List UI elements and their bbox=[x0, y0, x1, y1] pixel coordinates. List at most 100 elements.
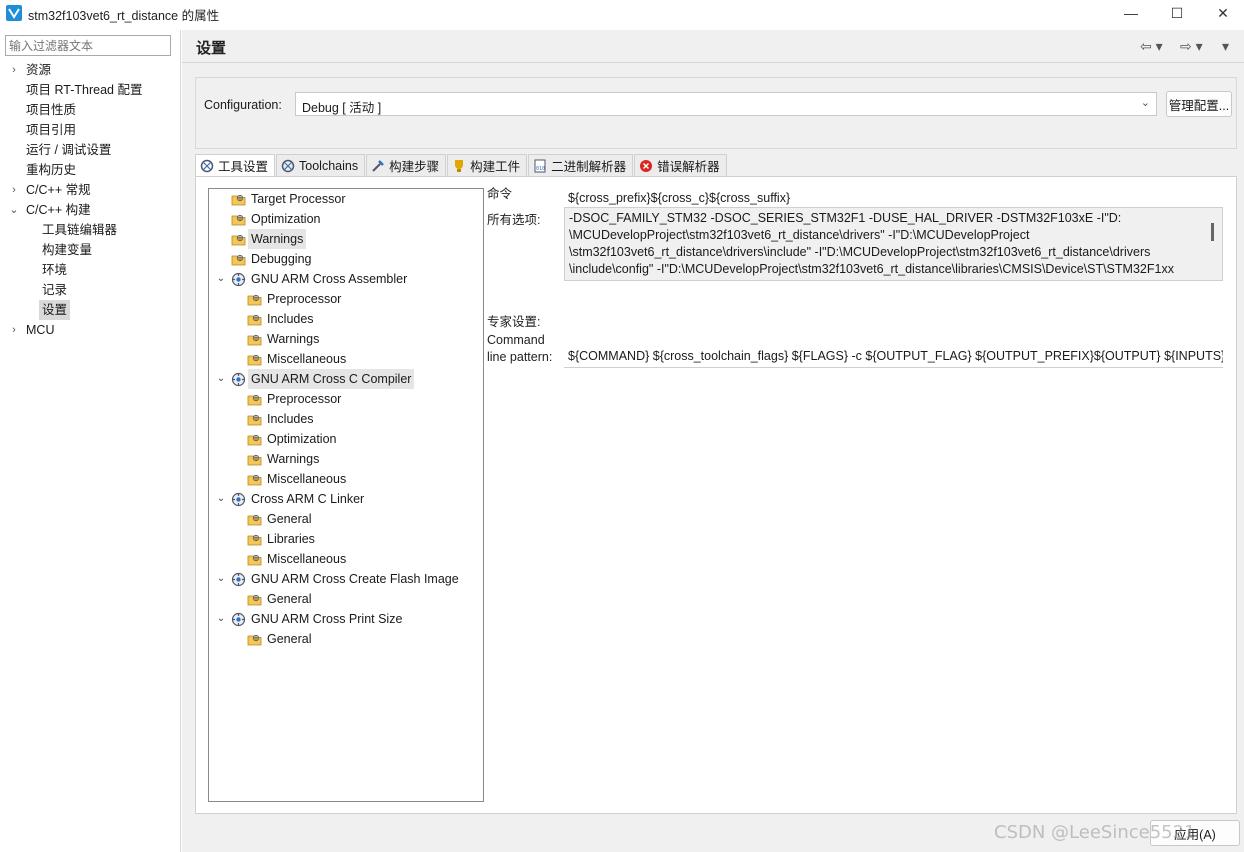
tab-toolchains[interactable]: Toolchains bbox=[276, 154, 366, 176]
tab-build-artifact[interactable]: 构建工件 bbox=[447, 154, 528, 176]
tree-item[interactable]: Warnings bbox=[215, 449, 475, 469]
tree-item-label: Warnings bbox=[267, 452, 320, 466]
sidebar-item[interactable]: › MCU bbox=[0, 320, 181, 340]
tree-item[interactable]: Warnings bbox=[215, 329, 475, 349]
sidebar-item[interactable]: 记录 bbox=[0, 280, 181, 300]
close-button[interactable]: ✕ bbox=[1200, 0, 1244, 26]
tree-item[interactable]: Miscellaneous bbox=[215, 469, 475, 489]
option-category-icon bbox=[231, 252, 246, 267]
option-category-icon bbox=[247, 352, 262, 367]
tree-item-label: GNU ARM Cross Print Size bbox=[251, 612, 403, 626]
tree-item-label: Warnings bbox=[248, 229, 307, 249]
sidebar-item[interactable]: 设置 bbox=[0, 300, 181, 320]
tree-item[interactable]: Preprocessor bbox=[215, 389, 475, 409]
sidebar-item-label: 构建变量 bbox=[42, 243, 93, 257]
tree-item[interactable]: Warnings bbox=[215, 229, 475, 249]
chevron-down-icon[interactable]: ⌄ bbox=[215, 369, 227, 389]
options-line: \MCUDevelopProject\stm32f103vet6_rt_dist… bbox=[569, 228, 1030, 242]
tool-settings-panel: Target Processor Optimization Warnings Debu… bbox=[195, 176, 1237, 814]
tree-item[interactable]: Target Processor bbox=[215, 189, 475, 209]
option-category-icon bbox=[247, 512, 262, 527]
tree-item[interactable]: Libraries bbox=[215, 529, 475, 549]
options-line: \include\config" -I"D:\MCUDevelopProject… bbox=[569, 262, 1174, 276]
toolchains-icon bbox=[281, 159, 295, 173]
property-page-list: › 资源 项目 RT-Thread 配置 项目性质 项目引用 运行 / 调试设置重构历史 ›… bbox=[0, 60, 181, 340]
sidebar-item-label: 记录 bbox=[42, 283, 68, 297]
tree-item[interactable]: Miscellaneous bbox=[215, 549, 475, 569]
tree-item[interactable]: Preprocessor bbox=[215, 289, 475, 309]
filter-input[interactable] bbox=[5, 35, 171, 56]
tool-settings-tree[interactable]: Target Processor Optimization Warnings Debu… bbox=[208, 188, 484, 802]
option-category-icon bbox=[247, 552, 262, 567]
tree-item-label: Miscellaneous bbox=[267, 472, 347, 486]
chevron-down-icon[interactable]: ⌄ bbox=[215, 569, 227, 589]
all-options-text[interactable]: -DSOC_FAMILY_STM32 -DSOC_SERIES_STM32F1 … bbox=[564, 207, 1223, 281]
minimize-button[interactable]: — bbox=[1108, 0, 1154, 26]
tree-item[interactable]: Miscellaneous bbox=[215, 349, 475, 369]
tree-item[interactable]: General bbox=[215, 509, 475, 529]
sidebar-item-label: 工具链编辑器 bbox=[42, 223, 118, 237]
error-parser-icon bbox=[639, 159, 653, 173]
command-line-pattern-input[interactable]: ${COMMAND} ${cross_toolchain_flags} ${FL… bbox=[564, 346, 1223, 368]
tree-item[interactable]: Includes bbox=[215, 309, 475, 329]
header-divider bbox=[182, 62, 1244, 63]
tree-item[interactable]: ⌄ Cross ARM C Linker bbox=[215, 489, 475, 509]
build-artifact-icon bbox=[452, 159, 466, 173]
chevron-down-icon[interactable]: ⌄ bbox=[215, 269, 227, 289]
sidebar-item[interactable]: 重构历史 bbox=[0, 160, 181, 180]
option-category-icon bbox=[247, 312, 262, 327]
tree-item-label: General bbox=[267, 632, 312, 646]
option-category-icon bbox=[247, 632, 262, 647]
view-menu-button[interactable]: ▾ bbox=[1222, 38, 1229, 55]
chevron-down-icon[interactable]: ⌄ bbox=[215, 609, 227, 629]
sidebar-item[interactable]: 运行 / 调试设置 bbox=[0, 140, 181, 160]
chevron-right-icon[interactable]: › bbox=[8, 180, 20, 200]
page-title: 设置 bbox=[196, 40, 227, 57]
tab-label: 二进制解析器 bbox=[551, 160, 627, 174]
sidebar-item[interactable]: 环境 bbox=[0, 260, 181, 280]
tab-label: 构建步骤 bbox=[389, 160, 440, 174]
tab-error-parser[interactable]: 错误解析器 bbox=[634, 154, 727, 176]
sidebar-item[interactable]: 构建变量 bbox=[0, 240, 181, 260]
chevron-right-icon[interactable]: › bbox=[8, 60, 20, 80]
sidebar-item[interactable]: › C/C++ 常规 bbox=[0, 180, 181, 200]
tree-item[interactable]: ⌄ GNU ARM Cross Assembler bbox=[215, 269, 475, 289]
tab-tool-settings[interactable]: 工具设置 bbox=[195, 154, 276, 176]
tree-item[interactable]: General bbox=[215, 629, 475, 649]
chevron-down-icon: ⌄ bbox=[1140, 97, 1150, 109]
tree-item[interactable]: Optimization bbox=[215, 429, 475, 449]
configuration-select[interactable]: Debug [ 活动 ] ⌄ bbox=[295, 92, 1157, 116]
back-button[interactable]: ⇦ ▾ bbox=[1140, 38, 1163, 55]
tab-build-steps[interactable]: 构建步骤 bbox=[366, 154, 447, 176]
tree-item[interactable]: General bbox=[215, 589, 475, 609]
tree-item[interactable]: ⌄ GNU ARM Cross C Compiler bbox=[215, 369, 475, 389]
sidebar-item[interactable]: ⌄ C/C++ 构建 bbox=[0, 200, 181, 220]
chevron-down-icon[interactable]: ⌄ bbox=[215, 489, 227, 509]
tool-icon bbox=[231, 492, 246, 507]
sidebar-item[interactable]: 项目引用 bbox=[0, 120, 181, 140]
chevron-down-icon[interactable]: ⌄ bbox=[8, 200, 20, 220]
tree-item[interactable]: Includes bbox=[215, 409, 475, 429]
chevron-right-icon[interactable]: › bbox=[8, 320, 20, 340]
manage-configurations-button[interactable]: 管理配置... bbox=[1166, 91, 1232, 117]
tree-item-label: Optimization bbox=[251, 212, 321, 226]
tree-item[interactable]: ⌄ GNU ARM Cross Print Size bbox=[215, 609, 475, 629]
tree-item[interactable]: ⌄ GNU ARM Cross Create Flash Image bbox=[215, 569, 475, 589]
option-category-icon bbox=[247, 472, 262, 487]
sidebar-item[interactable]: › 资源 bbox=[0, 60, 181, 80]
forward-button[interactable]: ⇨ ▾ bbox=[1180, 38, 1203, 55]
tree-item[interactable]: Debugging bbox=[215, 249, 475, 269]
options-scrollbar[interactable] bbox=[1211, 223, 1214, 241]
tab-binary-parser[interactable]: 010 二进制解析器 bbox=[528, 154, 634, 176]
maximize-button[interactable]: ☐ bbox=[1154, 0, 1200, 26]
tree-item[interactable]: Optimization bbox=[215, 209, 475, 229]
sidebar-item[interactable]: 项目性质 bbox=[0, 100, 181, 120]
window-title: stm32f103vet6_rt_distance 的属性 bbox=[28, 9, 220, 23]
sidebar-item[interactable]: 工具链编辑器 bbox=[0, 220, 181, 240]
option-category-icon bbox=[247, 392, 262, 407]
sidebar: › 资源项目 RT-Thread 配置项目性质项目引用运行 / 调试设置重构历史 ›… bbox=[0, 30, 181, 852]
title-bar: stm32f103vet6_rt_distance 的属性 — ☐ ✕ bbox=[0, 0, 1244, 26]
sidebar-item-label: 重构历史 bbox=[26, 163, 77, 177]
tool-icon bbox=[231, 372, 246, 387]
sidebar-item[interactable]: 项目 RT-Thread 配置 bbox=[0, 80, 181, 100]
